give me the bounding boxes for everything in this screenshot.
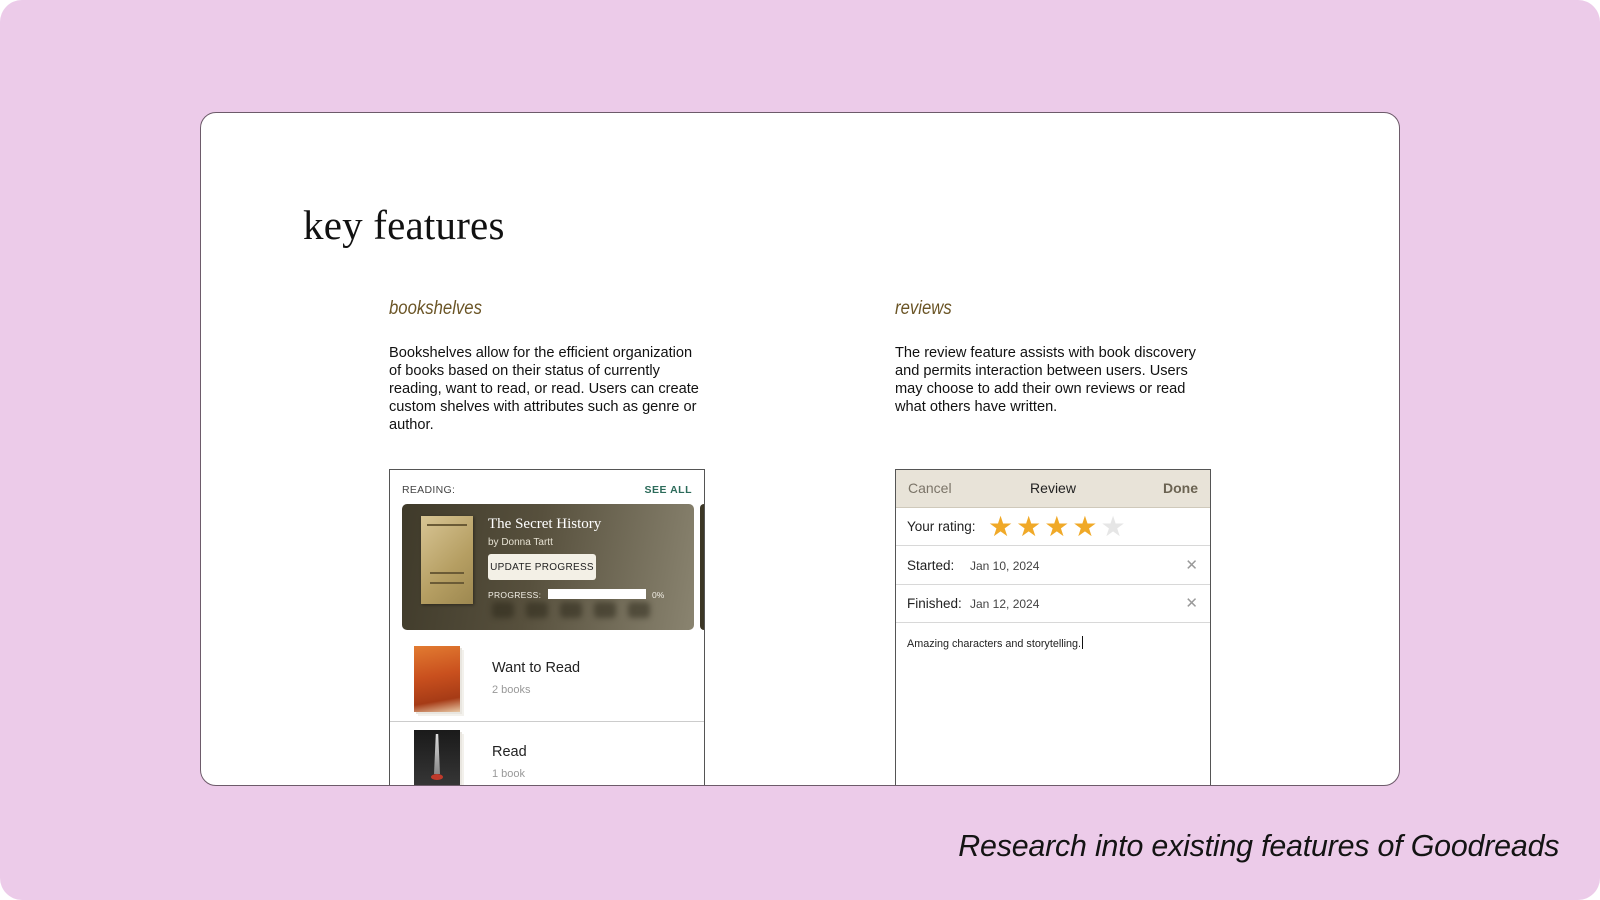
reviews-screenshot: Review Cancel Done Your rating: ★ ★ ★ ★ ★ St… (895, 469, 1211, 785)
slide-background: key features bookshelves Bookshelves all… (0, 0, 1600, 900)
shelf-read[interactable]: Read 1 book (390, 722, 704, 785)
star-icon[interactable]: ★ (1100, 513, 1125, 541)
bookshelves-description: Bookshelves allow for the efficient orga… (389, 345, 699, 433)
dark-book-cover-icon (414, 730, 460, 785)
shelf-name: Read (492, 744, 527, 760)
started-row[interactable]: Started: Jan 10, 2024 ✕ (896, 547, 1210, 585)
shelf-name: Want to Read (492, 660, 581, 676)
star-icon[interactable]: ★ (988, 513, 1013, 541)
next-book-card[interactable] (700, 504, 704, 630)
reviews-heading: reviews (895, 298, 952, 319)
star-rating[interactable]: ★ ★ ★ ★ ★ (988, 513, 1126, 541)
clear-started-icon[interactable]: ✕ (1185, 556, 1198, 574)
shelf-count: 2 books (492, 684, 531, 696)
star-icon[interactable]: ★ (1016, 513, 1041, 541)
rating-row: Your rating: ★ ★ ★ ★ ★ (896, 508, 1210, 546)
shelf-want-to-read[interactable]: Want to Read 2 books (390, 638, 704, 722)
finished-row[interactable]: Finished: Jan 12, 2024 ✕ (896, 585, 1210, 623)
catcher-in-the-rye-cover-icon (414, 646, 460, 712)
reviews-description: The review feature assists with book dis… (895, 345, 1196, 415)
slide-caption: Research into existing features of Goodr… (957, 828, 1559, 863)
blurred-background (492, 602, 692, 620)
book-title: The Secret History (488, 516, 602, 532)
bookshelves-screenshot: READING: SEE ALL The Secret History by D… (389, 469, 705, 785)
finished-date[interactable]: Jan 12, 2024 (970, 597, 1039, 611)
bookshelves-heading: bookshelves (389, 298, 482, 319)
started-label: Started: (907, 558, 955, 573)
review-text-area[interactable]: Amazing characters and storytelling. (907, 636, 1084, 650)
review-nav-bar: Review Cancel Done (896, 470, 1210, 508)
done-button[interactable]: Done (1163, 480, 1198, 496)
shelf-count: 1 book (492, 768, 526, 780)
reading-label: READING: (402, 484, 456, 496)
finished-label: Finished: (907, 596, 962, 611)
rating-label: Your rating: (907, 519, 976, 534)
progress-label: PROGRESS: (488, 590, 542, 600)
see-all-link[interactable]: SEE ALL (645, 484, 692, 496)
secret-history-cover-icon (421, 516, 473, 604)
star-icon[interactable]: ★ (1072, 513, 1097, 541)
text-cursor (1082, 636, 1084, 649)
star-icon[interactable]: ★ (1044, 513, 1069, 541)
currently-reading-card[interactable]: The Secret History by Donna Tartt UPDATE… (402, 504, 694, 630)
page-title: key features (303, 202, 505, 248)
progress-bar (548, 589, 646, 599)
clear-finished-icon[interactable]: ✕ (1185, 594, 1198, 612)
progress-percent: 0% (652, 590, 665, 600)
book-author: by Donna Tartt (488, 537, 553, 548)
review-text: Amazing characters and storytelling. (907, 638, 1082, 650)
started-date[interactable]: Jan 10, 2024 (970, 559, 1039, 573)
content-card: key features bookshelves Bookshelves all… (200, 112, 1400, 786)
update-progress-button[interactable]: UPDATE PROGRESS (488, 554, 596, 580)
cancel-button[interactable]: Cancel (908, 480, 952, 496)
